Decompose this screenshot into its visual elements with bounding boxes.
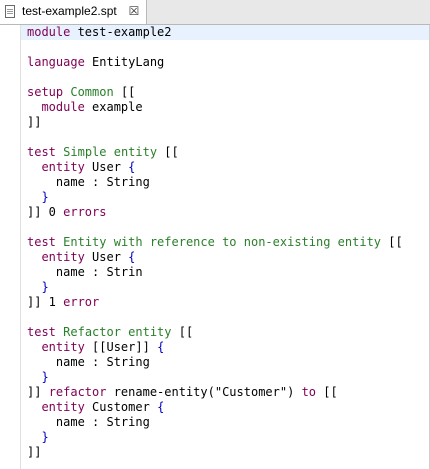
code-text: name : String — [27, 415, 150, 429]
code-brace: { — [157, 340, 165, 354]
tab-test-example2[interactable]: test-example2.spt ☒ — [0, 0, 147, 24]
code-keyword: test — [27, 325, 56, 339]
code-text: EntityLang — [84, 55, 165, 69]
code-text: User — [84, 160, 129, 174]
code-line[interactable] — [21, 310, 429, 325]
code-text: ]] 0 — [27, 205, 64, 219]
code-keyword: entity — [41, 250, 85, 264]
code-keyword: language — [27, 55, 85, 69]
code-text: test-example2 — [70, 25, 172, 39]
code-keyword: refactor — [48, 385, 107, 399]
code-brace: { — [157, 400, 165, 414]
code-text: User — [84, 250, 129, 264]
code-text: Customer — [84, 400, 158, 414]
code-text: ]] — [27, 115, 42, 129]
code-text: [[User]] — [84, 340, 158, 354]
code-text: ]] — [27, 385, 49, 399]
code-line[interactable]: test Entity with reference to non-existi… — [21, 235, 429, 250]
code-brace: } — [41, 370, 49, 384]
tab-title: test-example2.spt — [22, 4, 117, 18]
code-keyword: errors — [63, 205, 107, 219]
code-brace: { — [128, 250, 136, 264]
code-line[interactable] — [21, 220, 429, 235]
code-text: [[ — [381, 235, 403, 249]
code-text: ]] 1 — [27, 295, 64, 309]
code-line[interactable]: } — [21, 430, 429, 445]
code-text: [[ — [157, 145, 179, 159]
code-brace: } — [41, 430, 49, 444]
code-line[interactable]: name : Strin — [21, 265, 429, 280]
code-editor[interactable]: module test-example2 language EntityLang… — [21, 25, 429, 469]
code-line[interactable]: language EntityLang — [21, 55, 429, 70]
code-line[interactable]: module example — [21, 100, 429, 115]
code-line[interactable]: test Simple entity [[ — [21, 145, 429, 160]
code-keyword: to — [301, 385, 317, 399]
code-line[interactable] — [21, 130, 429, 145]
editor-tab-bar: test-example2.spt ☒ — [0, 0, 430, 25]
code-name: Refactor entity — [63, 325, 172, 339]
code-name: Common — [70, 85, 114, 99]
editor-ruler — [0, 25, 20, 469]
code-line[interactable] — [21, 70, 429, 85]
code-line[interactable]: setup Common [[ — [21, 85, 429, 100]
code-text: name : String — [27, 355, 150, 369]
code-keyword: entity — [41, 400, 85, 414]
code-line[interactable]: ]] — [21, 445, 429, 460]
code-keyword: setup — [27, 85, 64, 99]
code-text: example — [84, 100, 143, 114]
code-keyword: error — [63, 295, 100, 309]
code-keyword: module — [27, 25, 71, 39]
code-name: Simple entity — [63, 145, 158, 159]
code-line[interactable]: module test-example2 — [21, 25, 429, 40]
code-line[interactable]: name : String — [21, 355, 429, 370]
code-line[interactable]: ]] — [21, 115, 429, 130]
code-line[interactable]: } — [21, 190, 429, 205]
code-line[interactable]: entity Customer { — [21, 400, 429, 415]
code-line[interactable]: } — [21, 280, 429, 295]
code-line[interactable]: name : String — [21, 175, 429, 190]
code-line[interactable]: test Refactor entity [[ — [21, 325, 429, 340]
code-brace: } — [41, 280, 49, 294]
code-line[interactable]: name : String — [21, 415, 429, 430]
code-name: Entity with reference to non-existing en… — [63, 235, 382, 249]
code-text: [[ — [113, 85, 136, 99]
code-line[interactable] — [21, 40, 429, 55]
code-text: [[ — [171, 325, 194, 339]
code-text: ]] — [27, 445, 42, 459]
code-brace: { — [128, 160, 136, 174]
code-keyword: test — [27, 145, 56, 159]
file-icon — [5, 5, 15, 18]
code-text: rename-entity("Customer") — [106, 385, 302, 399]
code-line[interactable]: entity User { — [21, 250, 429, 265]
close-icon[interactable]: ☒ — [127, 4, 141, 18]
code-line[interactable]: ]] 1 error — [21, 295, 429, 310]
code-line[interactable]: entity User { — [21, 160, 429, 175]
code-keyword: entity — [41, 160, 85, 174]
code-text: name : Strin — [27, 265, 143, 279]
code-keyword: test — [27, 235, 56, 249]
code-keyword: entity — [41, 340, 85, 354]
code-keyword: module — [41, 100, 85, 114]
code-line[interactable]: entity [[User]] { — [21, 340, 429, 355]
code-line[interactable]: ]] 0 errors — [21, 205, 429, 220]
code-brace: } — [41, 190, 49, 204]
code-text: [[ — [316, 385, 338, 399]
code-text: name : String — [27, 175, 150, 189]
code-line[interactable]: ]] refactor rename-entity("Customer") to… — [21, 385, 429, 400]
code-line[interactable]: } — [21, 370, 429, 385]
